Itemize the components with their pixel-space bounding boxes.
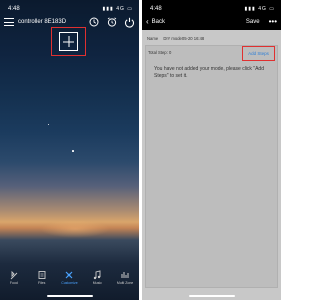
- nav-label: Music: [92, 281, 102, 285]
- nav-label: Multi Zone: [116, 281, 134, 285]
- battery-icon: ▭: [269, 6, 275, 12]
- nav-label: Customize: [61, 281, 78, 285]
- customize-icon: [66, 271, 73, 279]
- save-button[interactable]: Save: [246, 19, 260, 25]
- nav-label: Files: [37, 281, 46, 285]
- status-icons: ▮▮▮ 4G ▭: [245, 6, 275, 12]
- add-mode-highlight: [51, 27, 86, 56]
- more-options-button[interactable]: •••: [269, 18, 277, 26]
- nav-files[interactable]: Files: [30, 270, 54, 285]
- right-phone-screen: 4:48 ▮▮▮ 4G ▭ ‹ Back Save ••• Name DIY m…: [142, 0, 281, 300]
- controller-title: controller 8E183D: [18, 19, 67, 25]
- alarm-clock-icon[interactable]: [106, 17, 117, 28]
- back-label: Back: [151, 19, 166, 25]
- signal-icon: ▮▮▮: [244, 6, 256, 12]
- network-label: 4G: [116, 6, 125, 12]
- music-note-icon: [94, 270, 101, 280]
- status-time: 4:48: [150, 6, 162, 12]
- network-label: 4G: [258, 6, 267, 12]
- nav-more[interactable]: Multi Zone: [113, 270, 137, 285]
- add-steps-highlight: Add Steps: [242, 46, 275, 61]
- nav-label: Food: [9, 281, 18, 285]
- home-indicator: [46, 295, 93, 297]
- power-icon[interactable]: [124, 17, 135, 28]
- bottom-nav: Food Files Customize Music Multi Zone: [0, 270, 139, 290]
- name-value[interactable]: DIY mode05-20 16:48: [163, 36, 204, 41]
- status-bar: 4:48 ▮▮▮ 4G ▭: [8, 4, 133, 14]
- status-icons: ▮▮▮ 4G ▭: [103, 6, 133, 12]
- mode-name-row: Name DIY mode05-20 16:48: [147, 36, 204, 41]
- steps-panel: Total Step: 0 Add Steps You have not add…: [145, 45, 278, 288]
- nav-music[interactable]: Music: [85, 270, 109, 285]
- empty-state-message: You have not added your mode, please cli…: [154, 66, 264, 79]
- name-label: Name: [147, 36, 159, 41]
- status-bar: 4:48 ▮▮▮ 4G ▭: [150, 4, 275, 14]
- nav-food[interactable]: Food: [2, 270, 26, 285]
- status-time: 4:48: [8, 6, 20, 12]
- nav-customize[interactable]: Customize: [57, 270, 81, 285]
- file-icon: [38, 271, 46, 279]
- star-dot: [72, 150, 74, 152]
- equalizer-icon: [121, 272, 129, 278]
- battery-icon: ▭: [127, 6, 133, 12]
- water-reflection: [40, 220, 110, 238]
- menu-icon[interactable]: [4, 18, 14, 26]
- food-icon: [10, 270, 18, 280]
- add-steps-button[interactable]: Add Steps: [248, 51, 269, 56]
- chevron-left-icon: ‹: [146, 17, 149, 26]
- add-mode-button[interactable]: [59, 32, 78, 51]
- home-indicator: [188, 295, 235, 297]
- left-phone-screen: 4:48 ▮▮▮ 4G ▭ controller 8E183D Food Fil…: [0, 0, 139, 300]
- total-step-label: Total Step: 0: [148, 50, 172, 55]
- back-button[interactable]: ‹ Back: [146, 18, 165, 26]
- timer-icon[interactable]: [88, 17, 99, 28]
- star-dot: [48, 124, 49, 125]
- nav-header: ‹ Back Save •••: [146, 16, 277, 28]
- signal-icon: ▮▮▮: [102, 6, 114, 12]
